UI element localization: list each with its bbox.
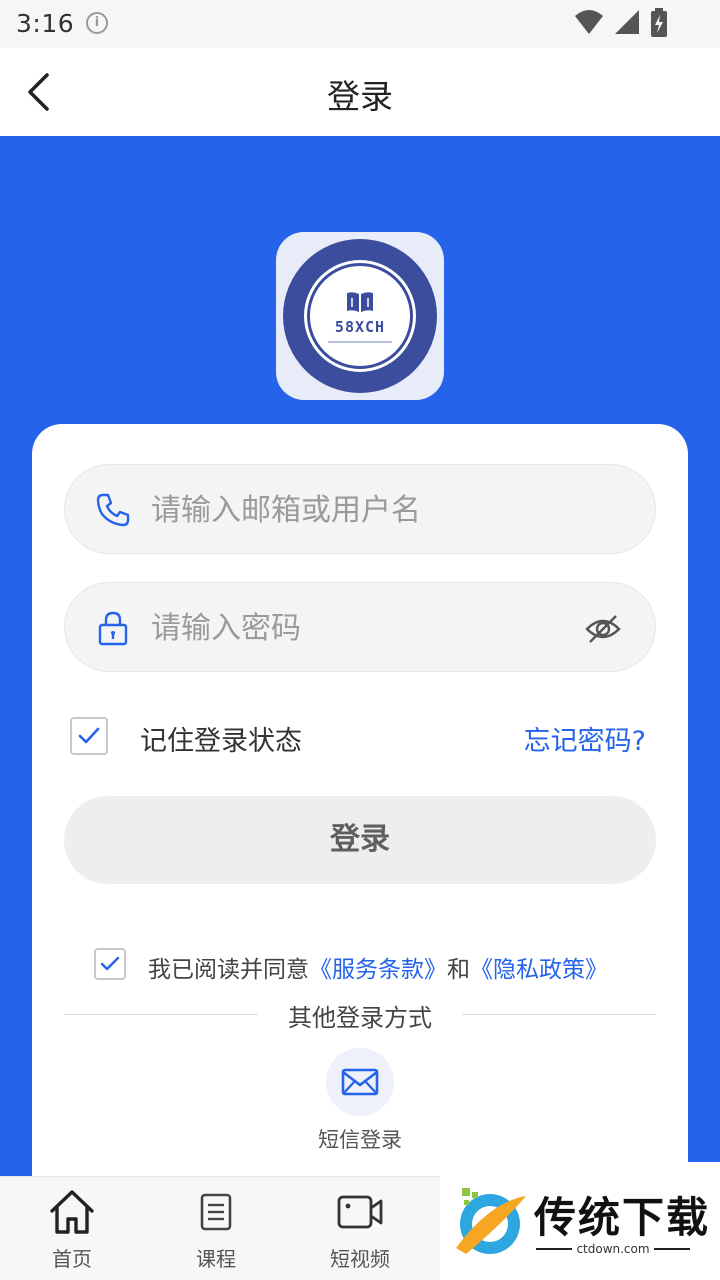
remember-label: 记住登录状态 xyxy=(140,726,302,757)
password-input[interactable] xyxy=(151,603,571,653)
eye-off-icon[interactable] xyxy=(585,613,621,645)
watermark-logo-icon xyxy=(456,1188,526,1254)
sms-login-label: 短信登录 xyxy=(318,1128,402,1152)
book-icon xyxy=(347,291,373,312)
remember-row: 记住登录状态 忘记密码? xyxy=(70,717,646,757)
logo-inner: 58XCH xyxy=(307,263,413,369)
username-field[interactable] xyxy=(64,464,656,554)
divider-line-right xyxy=(462,1014,656,1015)
forgot-password-link[interactable]: 忘记密码? xyxy=(524,719,646,758)
status-bar: 3:16 i xyxy=(0,0,720,48)
username-input[interactable] xyxy=(151,485,571,535)
other-login-title: 其他登录方式 xyxy=(288,1004,432,1032)
info-icon: i xyxy=(86,12,108,34)
sms-login-button[interactable]: 短信登录 xyxy=(300,1048,420,1158)
agreement-prefix: 我已阅读并同意 xyxy=(148,957,309,983)
nav-label-home: 首页 xyxy=(52,1247,92,1271)
privacy-link[interactable]: 《隐私政策》 xyxy=(470,957,608,983)
watermark: 传统下载 ctdown.com xyxy=(440,1162,720,1280)
nav-label-course: 课程 xyxy=(196,1247,236,1271)
document-icon xyxy=(192,1189,240,1235)
status-icons xyxy=(570,8,668,40)
logo-ring: 58XCH xyxy=(283,239,437,393)
watermark-title: 传统下载 xyxy=(534,1193,711,1242)
logo-text: 58XCH xyxy=(334,317,386,336)
home-icon xyxy=(48,1189,96,1235)
page-title: 登录 xyxy=(327,77,393,116)
nav-label-video: 短视频 xyxy=(330,1247,390,1271)
logo-underline xyxy=(328,340,392,343)
lock-icon xyxy=(98,611,128,646)
app-header: 登录 xyxy=(0,48,720,136)
status-time: 3:16 xyxy=(16,9,75,38)
check-icon xyxy=(78,727,100,744)
mail-icon xyxy=(341,1068,379,1096)
video-icon xyxy=(336,1189,384,1235)
wifi-icon xyxy=(574,10,603,34)
agreement-text: 我已阅读并同意《服务条款》和《隐私政策》 xyxy=(148,950,608,984)
agreement-row: 我已阅读并同意《服务条款》和《隐私政策》 xyxy=(94,948,654,984)
agreement-conjunction: 和 xyxy=(447,957,470,983)
watermark-url-text: ctdown.com xyxy=(572,1242,654,1256)
agreement-checkbox[interactable] xyxy=(94,948,126,980)
terms-link[interactable]: 《服务条款》 xyxy=(309,957,447,983)
sms-icon-circle xyxy=(326,1048,394,1116)
nav-item-video[interactable]: 短视频 xyxy=(288,1177,432,1280)
remember-checkbox[interactable] xyxy=(70,717,108,755)
other-login-divider: 其他登录方式 xyxy=(64,998,656,1032)
battery-icon xyxy=(651,8,667,37)
signal-icon xyxy=(614,10,639,34)
login-button[interactable]: 登录 xyxy=(64,796,656,884)
nav-item-home[interactable]: 首页 xyxy=(0,1177,144,1280)
phone-icon xyxy=(96,493,130,527)
watermark-url: ctdown.com xyxy=(536,1242,690,1256)
nav-item-course[interactable]: 课程 xyxy=(144,1177,288,1280)
password-field[interactable] xyxy=(64,582,656,672)
app-logo: 58XCH xyxy=(276,232,444,400)
check-icon xyxy=(100,956,120,971)
